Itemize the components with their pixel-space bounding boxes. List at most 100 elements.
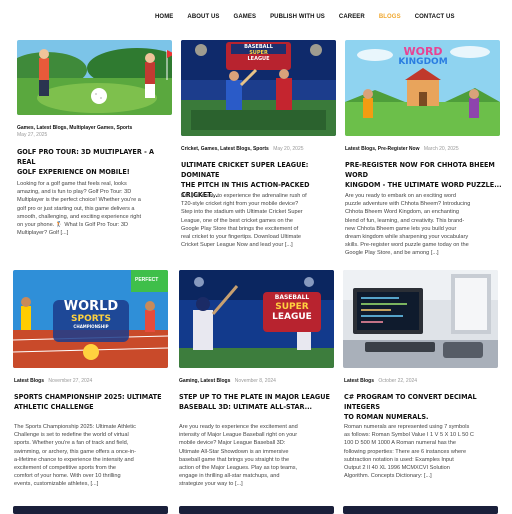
excerpt-line: Are you ready to experience the exciteme… — [179, 424, 298, 430]
baseball-super-league-logo: BASEBALL SUPER LEAGUE — [228, 44, 289, 62]
post-meta: Latest Blogs October 22, 2024 — [344, 378, 417, 385]
nav-publish-with-us[interactable]: PUBLISH WITH US — [270, 14, 325, 20]
blog-card-baseball[interactable]: BASEBALL SUPER LEAGUE Gaming, Latest Blo… — [179, 270, 334, 506]
post-categories[interactable]: Gaming, Latest Blogs — [179, 378, 230, 384]
post-title[interactable]: PRE-REGISTER NOW FOR CHHOTA BHEEM WORD K… — [345, 160, 505, 190]
blog-card-cricket[interactable]: BASEBALL SUPER LEAGUE Cricket, Games, La… — [181, 40, 336, 270]
nav-blogs[interactable]: BLOGS — [379, 14, 401, 20]
excerpt-line: engage in thrilling all-star matchups, a… — [179, 473, 280, 480]
next-card-thumbnail[interactable] — [13, 506, 168, 514]
post-title[interactable]: STEP UP TO THE PLATE IN MAJOR LEAGUE BAS… — [179, 392, 339, 412]
post-meta: Latest Blogs, Pre-Register Now March 20,… — [345, 146, 459, 153]
excerpt-line: real cricket to your fingertips. Downloa… — [181, 234, 302, 241]
post-meta: Gaming, Latest Blogs November 8, 2024 — [179, 378, 276, 385]
excerpt-line: The Sports Championship 2025: Ultimate A… — [14, 424, 136, 430]
excerpt-line: Are you ready to embark on an exciting w… — [345, 193, 457, 199]
post-excerpt: Are you ready to experience the exciteme… — [179, 423, 339, 489]
nav-games[interactable]: GAMES — [234, 14, 257, 20]
post-title-line[interactable]: BASEBALL 3D: ULTIMATE ALL-STAR... — [179, 402, 339, 412]
post-title-line[interactable]: STEP UP TO THE PLATE IN MAJOR LEAGUE — [179, 392, 339, 402]
excerpt-line: Multiplayer is the perfect choice! Wheth… — [17, 197, 141, 204]
next-card-thumbnail[interactable] — [179, 506, 334, 514]
excerpt-line: comfort of your home. With over 10 thril… — [14, 473, 121, 480]
excerpt-line: Google Play Store that brings the excite… — [181, 225, 299, 232]
excerpt-line: action of the Major Leagues. Play as top… — [179, 465, 298, 472]
excerpt-line: a-lifetime chance to experience the inte… — [14, 456, 134, 463]
logo-text: LEAGUE — [272, 312, 312, 322]
post-date: November 27, 2024 — [48, 378, 93, 384]
post-categories[interactable]: Games, Latest Blogs, Multiplayer Games, … — [17, 125, 132, 131]
excerpt-line: events, customizable athletes, [...] — [14, 481, 99, 488]
post-date: October 22, 2024 — [378, 378, 418, 384]
coding-thumbnail[interactable] — [343, 270, 498, 368]
post-categories[interactable]: Latest Blogs, Pre-Register Now — [345, 146, 419, 152]
post-title-line[interactable]: SPORTS CHAMPIONSHIP 2025: ULTIMATE — [14, 392, 174, 402]
post-title-line[interactable]: ULTIMATE CRICKET SUPER LEAGUE: DOMINATE — [181, 160, 341, 180]
excerpt-line: intensity of Major League Baseball right… — [179, 432, 298, 439]
excerpt-line: Google Play Store, and be among [...] — [345, 250, 439, 257]
excerpt-line: mobile device? Major League Baseball 3D: — [179, 440, 286, 447]
nav-contact-us[interactable]: CONTACT US — [415, 14, 455, 20]
post-excerpt: Roman numerals are represented using 7 s… — [344, 423, 504, 480]
post-categories[interactable]: Cricket, Games, Latest Blogs, Sports — [181, 146, 269, 152]
excerpt-line: Output 2 II 40 XL 1996 MCMXCVI Solution — [344, 465, 450, 472]
excerpt-line: T20-style cricket right from your mobile… — [181, 201, 299, 208]
excerpt-line: baseball game that brings you straight t… — [179, 456, 290, 463]
world-sports-logo: WORLD SPORTS CHAMPIONSHIP — [53, 300, 129, 330]
blog-card-golf[interactable]: Games, Latest Blogs, Multiplayer Games, … — [17, 40, 172, 270]
post-categories[interactable]: Latest Blogs — [344, 378, 374, 384]
post-meta: Cricket, Games, Latest Blogs, Sports May… — [181, 146, 304, 153]
word-kingdom-logo: WORD KINGDOM — [383, 46, 463, 67]
logo-text: CHAMPIONSHIP — [73, 324, 109, 329]
post-title-line[interactable]: TO ROMAN NUMERALS. — [344, 412, 504, 422]
excerpt-line: Ultimate All-Star Showdown is an immersi… — [179, 448, 289, 455]
next-card-thumbnail[interactable] — [343, 506, 498, 514]
excerpt-line: swimming, or archery, this game offers a… — [14, 448, 136, 455]
post-title[interactable]: SPORTS CHAMPIONSHIP 2025: ULTIMATE ATHLE… — [14, 392, 174, 412]
post-title-line[interactable]: PRE-REGISTER NOW FOR CHHOTA BHEEM WORD — [345, 160, 505, 180]
post-title[interactable]: C# PROGRAM TO CONVERT DECIMAL INTEGERS T… — [344, 392, 504, 422]
nav-career[interactable]: CAREER — [339, 14, 365, 20]
baseball-thumbnail[interactable]: BASEBALL SUPER LEAGUE — [179, 270, 334, 368]
logo-text: SUPER — [275, 302, 309, 312]
post-title-line[interactable]: C# PROGRAM TO CONVERT DECIMAL INTEGERS — [344, 392, 504, 412]
blog-card-word-kingdom[interactable]: WORD KINGDOM Latest Blogs, Pre-Register … — [345, 40, 502, 270]
excerpt-line: as follows: Roman Symbol Value I 1 V 5 X… — [344, 432, 474, 439]
excerpt-line: Challenge is set to redefine the world o… — [14, 432, 129, 439]
excerpt-line: smooth, challenging, and exciting experi… — [17, 213, 142, 220]
word-kingdom-thumbnail[interactable]: WORD KINGDOM — [345, 40, 500, 136]
post-title[interactable]: GOLF PRO TOUR: 3D MULTIPLAYER - A REAL G… — [17, 147, 172, 177]
excerpt-line: Looking for a golf game that feels real,… — [17, 181, 127, 187]
excerpt-line: skills. Pre-register word puzzle game to… — [345, 242, 469, 249]
post-title-line[interactable]: GOLF PRO TOUR: 3D MULTIPLAYER - A REAL — [17, 147, 172, 167]
logo-text: KINGDOM — [398, 57, 448, 67]
excerpt-line: Multiplayer? Golf [...] — [17, 230, 69, 237]
sports-thumbnail[interactable]: PERFECT WORLD SPORTS CHAMPIONSHIP — [13, 270, 168, 368]
post-date: May 27, 2025 — [17, 132, 48, 138]
post-title-line[interactable]: GOLF EXPERIENCE ON MOBILE! — [17, 167, 172, 177]
excerpt-line: Are you ready to experience the adrenali… — [181, 193, 307, 199]
blog-card-csharp-roman[interactable]: Latest Blogs October 22, 2024 C# PROGRAM… — [343, 270, 498, 506]
nav-home[interactable]: HOME — [155, 14, 173, 20]
post-excerpt: Are you ready to embark on an exciting w… — [345, 192, 505, 258]
corner-label: PERFECT — [135, 277, 159, 283]
nav-about-us[interactable]: ABOUT US — [187, 14, 219, 20]
blog-card-sports-championship[interactable]: PERFECT WORLD SPORTS CHAMPIONSHIP Latest… — [13, 270, 168, 506]
excerpt-line: golf pro or just starting out, this game… — [17, 205, 135, 212]
logo-text: SPORTS — [71, 314, 111, 324]
excerpt-line: new Chhota Bheem game lets you build you… — [345, 225, 457, 232]
excerpt-line: amazing, and is fun to play? Golf Pro To… — [17, 189, 132, 196]
post-excerpt: The Sports Championship 2025: Ultimate A… — [14, 423, 174, 489]
excerpt-line: sports. Whether you're a fan of track an… — [14, 440, 129, 447]
golf-thumbnail[interactable] — [17, 40, 172, 115]
excerpt-line: excitement of competitive sports from th… — [14, 465, 116, 472]
excerpt-line: blend of fun, learning, and creativity. … — [345, 217, 465, 224]
logo-text: WORLD — [63, 299, 119, 314]
post-title-line[interactable]: ATHLETIC CHALLENGE — [14, 402, 174, 412]
post-date: November 8, 2024 — [234, 378, 276, 384]
post-meta: Latest Blogs November 27, 2024 — [14, 378, 92, 385]
post-title-line[interactable]: KINGDOM - THE ULTIMATE WORD PUZZLE... — [345, 180, 505, 190]
post-excerpt: Looking for a golf game that feels real,… — [17, 180, 177, 237]
cricket-thumbnail[interactable]: BASEBALL SUPER LEAGUE — [181, 40, 336, 136]
post-categories[interactable]: Latest Blogs — [14, 378, 44, 384]
